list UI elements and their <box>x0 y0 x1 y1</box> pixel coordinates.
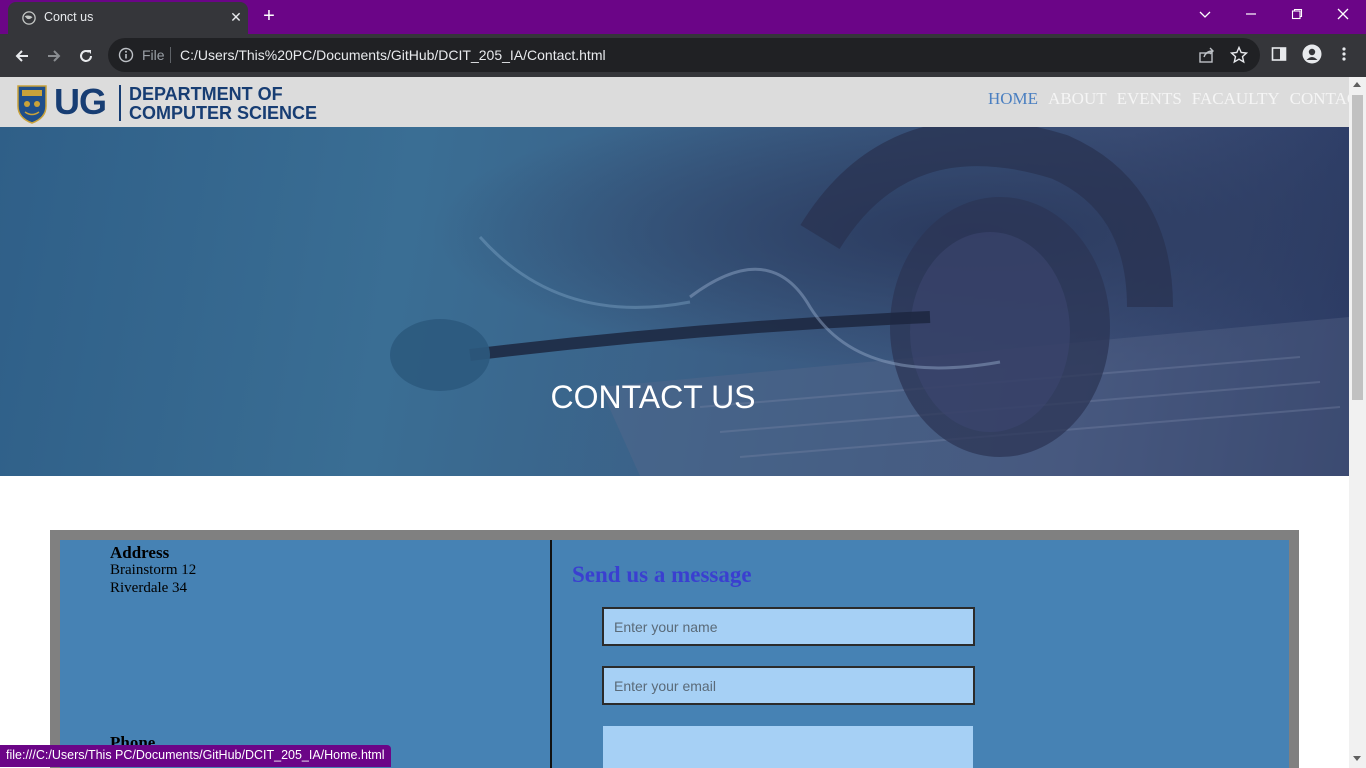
globe-icon <box>22 11 36 25</box>
scroll-down-arrow-icon[interactable] <box>1353 756 1361 761</box>
profile-avatar-icon[interactable] <box>1302 44 1322 64</box>
contact-panel: Address Brainstorm 12 Riverdale 34 Phone… <box>60 540 1289 768</box>
dept-line-2: COMPUTER SCIENCE <box>129 103 318 123</box>
page-scrollbar[interactable] <box>1349 77 1366 768</box>
link-status-bar: file:///C:/Users/This PC/Documents/GitHu… <box>0 745 391 767</box>
browser-toolbar: File C:/Users/This%20PC/Documents/GitHub… <box>0 34 1366 77</box>
browser-tab-strip: Conct us ✕ + <box>0 0 1366 34</box>
scheme-label: File <box>142 47 165 63</box>
form-heading: Send us a message <box>572 562 752 587</box>
column-divider <box>550 540 552 768</box>
name-input[interactable] <box>602 607 975 646</box>
omnibox-separator <box>170 47 171 63</box>
ug-logo-text[interactable]: UG <box>54 81 107 123</box>
reload-icon[interactable] <box>72 42 100 70</box>
department-name: DEPARTMENT OF COMPUTER SCIENCE <box>129 85 317 123</box>
logo-divider <box>119 85 121 121</box>
message-textarea[interactable] <box>603 726 973 768</box>
kebab-menu-icon[interactable] <box>1336 46 1352 62</box>
scroll-up-arrow-icon[interactable] <box>1353 82 1361 87</box>
nav-home[interactable]: HOME <box>988 89 1038 108</box>
browser-tab[interactable]: Conct us ✕ <box>8 2 248 34</box>
nav-faculty[interactable]: FACAULTY <box>1192 89 1280 108</box>
headset-laptop-photo <box>0 127 1349 476</box>
page-viewport: UG DEPARTMENT OF COMPUTER SCIENCE HOME AB… <box>0 77 1349 768</box>
nav-contact[interactable]: CONTACT <box>1290 89 1349 108</box>
side-panel-icon[interactable] <box>1271 46 1287 62</box>
site-header: UG DEPARTMENT OF COMPUTER SCIENCE HOME AB… <box>0 77 1349 127</box>
tab-close-icon[interactable]: ✕ <box>228 9 244 25</box>
nav-events[interactable]: EVENTS <box>1117 89 1182 108</box>
hero-title: CONTACT US <box>550 379 756 415</box>
info-icon[interactable] <box>118 47 134 63</box>
close-window-icon[interactable] <box>1320 0 1366 30</box>
contact-section: Address Brainstorm 12 Riverdale 34 Phone… <box>50 530 1299 768</box>
scrollbar-thumb[interactable] <box>1352 95 1363 400</box>
dept-line-1: DEPARTMENT OF <box>129 84 283 104</box>
bookmark-star-icon[interactable] <box>1230 46 1248 64</box>
tab-search-chevron-icon[interactable] <box>1182 0 1228 30</box>
address-line-1: Brainstorm 12 <box>110 562 197 578</box>
url-text[interactable]: C:/Users/This%20PC/Documents/GitHub/DCIT… <box>180 47 606 63</box>
minimize-icon[interactable] <box>1228 0 1274 30</box>
email-input[interactable] <box>602 666 975 705</box>
forward-arrow-icon[interactable] <box>40 42 68 70</box>
restore-icon[interactable] <box>1274 0 1320 30</box>
hero-banner: CONTACT US <box>0 127 1349 476</box>
share-icon[interactable] <box>1198 46 1216 64</box>
address-line-2: Riverdale 34 <box>110 580 188 596</box>
back-arrow-icon[interactable] <box>8 42 36 70</box>
address-bar[interactable]: File C:/Users/This%20PC/Documents/GitHub… <box>108 38 1260 72</box>
tab-title: Conct us <box>44 10 94 24</box>
ug-crest-logo[interactable] <box>16 84 48 124</box>
new-tab-plus-icon[interactable]: + <box>258 6 280 28</box>
main-nav: HOME ABOUT EVENTS FACAULTY CONTACT <box>988 89 1349 109</box>
address-heading: Address <box>110 543 170 562</box>
nav-about[interactable]: ABOUT <box>1048 89 1107 108</box>
